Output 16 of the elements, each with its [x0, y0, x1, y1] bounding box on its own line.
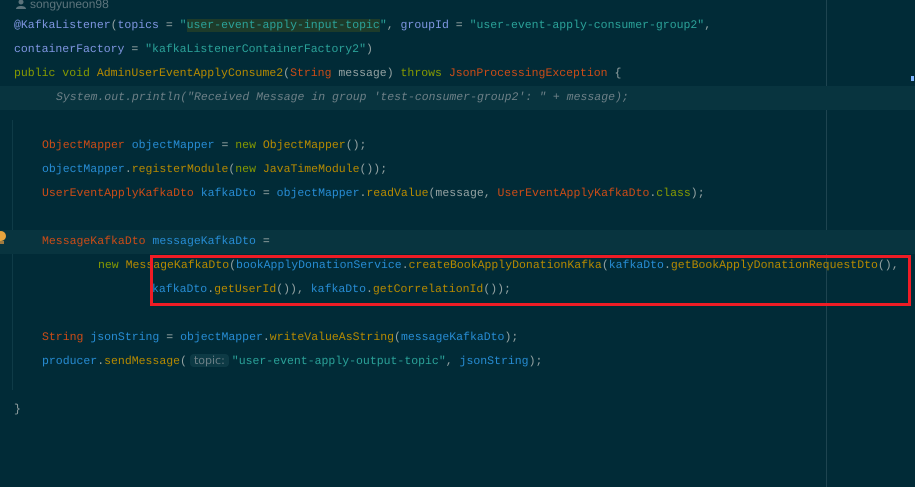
code-line: ObjectMapper objectMapper = new ObjectMapper(); [42, 138, 366, 154]
code-line: producer.sendMessage( topic: "user-event-apply-output-topic", jsonString); [42, 353, 542, 370]
code-line: UserEventApplyKafkaDto kafkaDto = objectMapper.readValue(message, UserEventApplyKafkaDto.class); [42, 186, 705, 202]
code-line: objectMapper.registerModule(new JavaTimeModule()); [42, 162, 388, 178]
code-line: public void AdminUserEventApplyConsume2(String message) throws JsonProcessingException { [14, 66, 622, 82]
code-line: MessageKafkaDto messageKafkaDto = [42, 234, 270, 250]
code-line: } [14, 402, 21, 418]
code-line: @KafkaListener(topics = "user-event-apply-input-topic", groupId = "user-event-apply-consumer-group2", [14, 18, 712, 34]
code-line: kafkaDto.getUserId()), kafkaDto.getCorrelationId()); [152, 282, 511, 298]
lightbulb-icon [0, 231, 7, 245]
person-icon [16, 0, 26, 9]
scroll-marker [911, 76, 914, 81]
code-line: containerFactory = "kafkaListenerContainerFactory2") [14, 42, 373, 58]
parameter-hint: topic: [190, 354, 229, 368]
code-line: System.out.println("Received Message in group 'test-consumer-group2': " + message); [56, 90, 629, 106]
code-line: String jsonString = objectMapper.writeValueAsString(messageKafkaDto); [42, 330, 518, 346]
